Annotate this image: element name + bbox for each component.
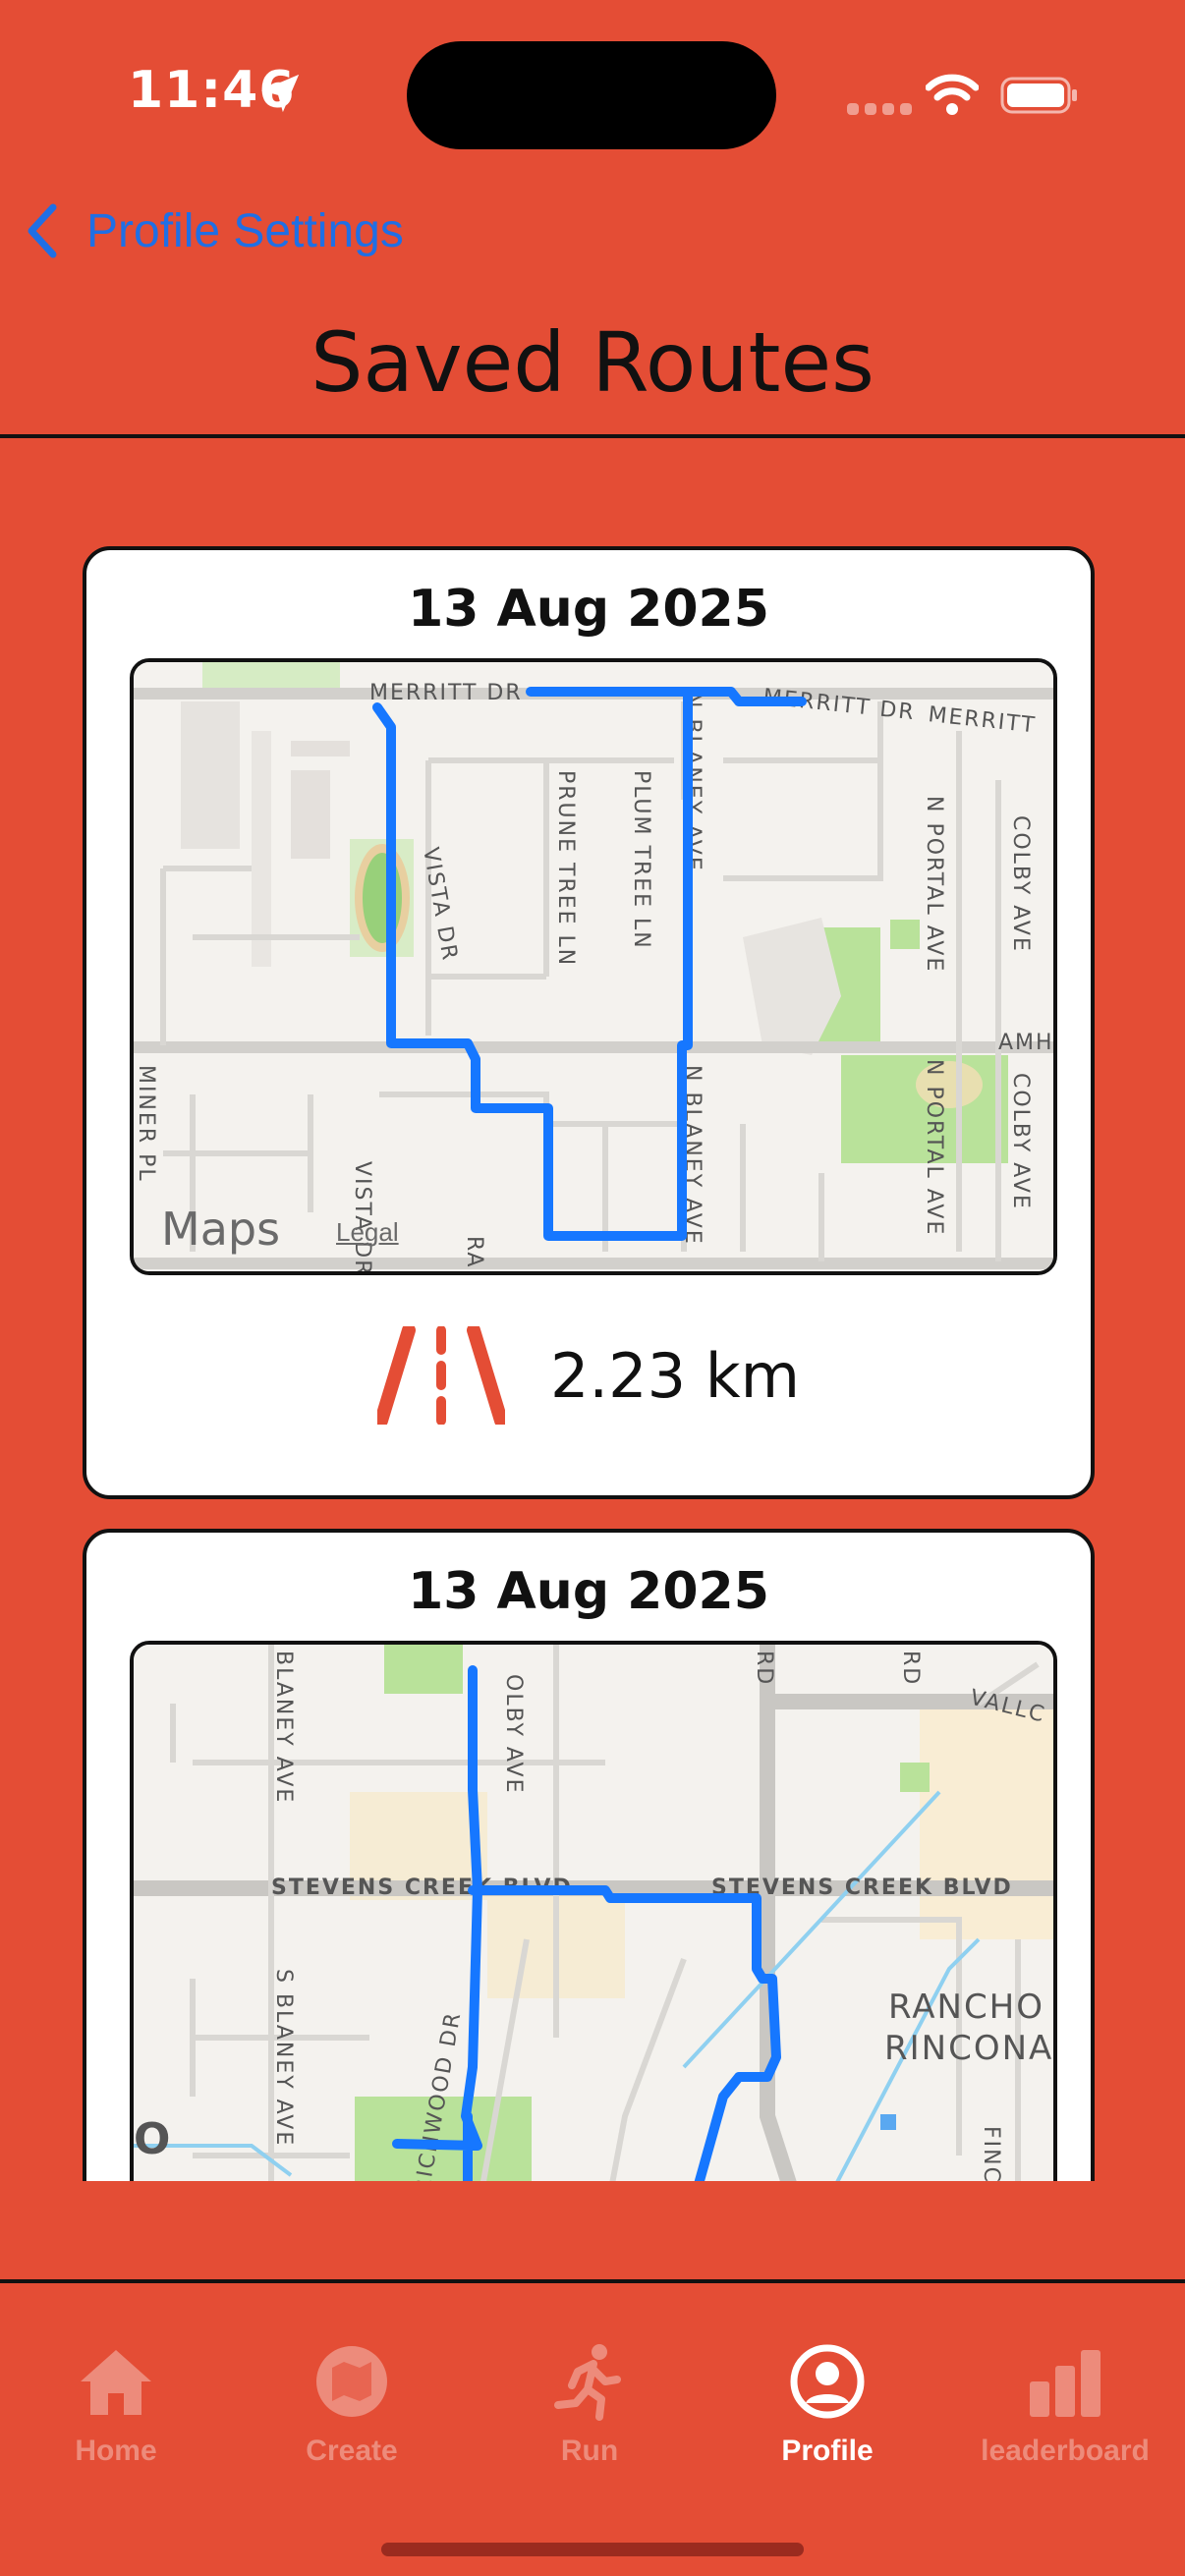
back-button[interactable]: Profile Settings (22, 196, 404, 265)
map-label: COLBY AVE (1008, 815, 1033, 953)
tab-label: Home (75, 2435, 157, 2467)
map-label: COLBY AVE (1008, 1073, 1033, 1210)
map-icon (316, 2346, 387, 2417)
map-label: AMH (998, 1031, 1053, 1055)
map-label: RD (752, 1651, 776, 1686)
wifi-icon (926, 74, 979, 115)
map-label: O (134, 2114, 172, 2164)
page-title: Saved Routes (310, 314, 875, 411)
chevron-left-icon (28, 203, 57, 258)
road-icon (376, 1326, 505, 1425)
location-arrow-icon (260, 74, 300, 113)
map-label: RINCONAD (884, 2029, 1053, 2068)
map-label: PLUM TREE LN (629, 770, 653, 950)
map-label: RD (898, 1651, 923, 1686)
tab-home[interactable]: Home (18, 2342, 214, 2468)
map-label: FINC (979, 2126, 1003, 2181)
dynamic-island (407, 41, 776, 149)
map-label: PRUNE TREE LN (553, 770, 578, 967)
tab-label: Create (306, 2435, 398, 2467)
map-label: VISTA DR (350, 1161, 374, 1271)
person-circle-icon (790, 2344, 865, 2419)
tab-bar: Home Create Run Profile leaderboard (0, 2283, 1185, 2576)
route-date: 13 Aug 2025 (408, 580, 769, 639)
map-label: MERRITT DR (369, 681, 523, 705)
home-indicator (381, 2543, 804, 2556)
tab-run[interactable]: Run (491, 2342, 688, 2468)
route-distance: 2.23 km (549, 1339, 801, 1412)
tab-label: leaderboard (981, 2435, 1150, 2467)
bar-chart-icon (1030, 2350, 1100, 2417)
back-button-label: Profile Settings (86, 204, 404, 257)
tab-leaderboard[interactable]: leaderboard (967, 2342, 1163, 2468)
runner-icon (554, 2344, 621, 2421)
saved-routes-list[interactable]: 13 Aug 2025 MERRITT DR MERRITT DR MERRIT… (0, 438, 1185, 2181)
legal-link[interactable]: Legal (336, 1217, 399, 1248)
route-card[interactable]: 13 Aug 2025 (83, 1529, 1095, 2181)
route-map[interactable]: STEVENS CREEK BLVD STEVENS CREEK BLVD BL… (130, 1641, 1057, 2181)
map-label: RA (462, 1236, 486, 1268)
route-card[interactable]: 13 Aug 2025 (83, 546, 1095, 1499)
cellular-signal-icon (847, 102, 918, 120)
map-label: RANCHO (888, 1988, 1044, 2027)
map-label: BLANEY AVE (271, 1651, 296, 1804)
map-label: S BLANEY AVE (271, 1969, 296, 2147)
tab-create[interactable]: Create (254, 2342, 450, 2468)
status-bar: 11:46 (0, 0, 1185, 196)
tab-profile[interactable]: Profile (729, 2342, 926, 2468)
house-icon (81, 2350, 151, 2415)
route-date: 13 Aug 2025 (408, 1562, 769, 1621)
tab-label: Run (560, 2435, 619, 2467)
distance-row: 2.23 km (86, 1326, 1091, 1425)
map-label: N PORTAL AVE (922, 1059, 946, 1236)
map-label: OLBY AVE (501, 1674, 526, 1795)
battery-icon (1000, 77, 1077, 114)
map-label: MINER PL (134, 1065, 158, 1183)
tab-label: Profile (781, 2435, 874, 2467)
route-map[interactable]: MERRITT DR MERRITT DR MERRITT VISTA DR P… (130, 658, 1057, 1275)
map-label: N PORTAL AVE (922, 796, 946, 973)
maps-logo: Maps (161, 1203, 281, 1256)
